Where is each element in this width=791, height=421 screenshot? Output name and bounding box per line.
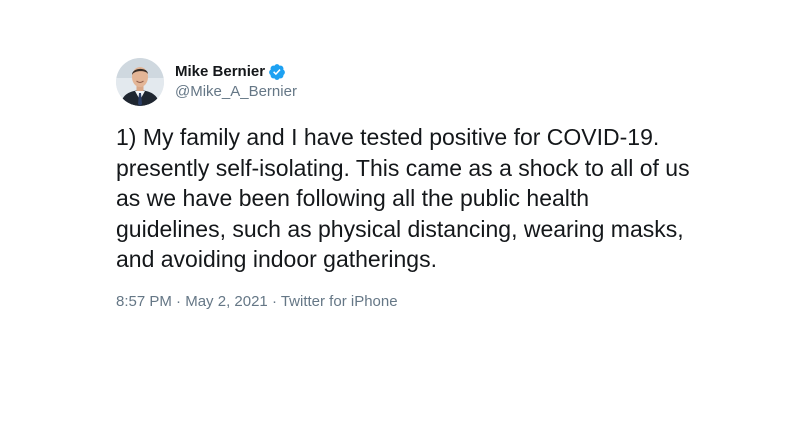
- tweet-header: Mike Bernier @Mike_A_Bernier: [116, 58, 756, 106]
- avatar[interactable]: [116, 58, 164, 106]
- tweet-card: Mike Bernier @Mike_A_Bernier 1) My famil…: [116, 58, 756, 312]
- tweet-time[interactable]: 8:57 PM: [116, 293, 172, 310]
- tweet-text: 1) My family and I have tested positive …: [116, 124, 690, 272]
- verified-badge-icon: [268, 63, 286, 81]
- tweet-meta: 8:57 PM · May 2, 2021 · Twitter for iPho…: [116, 292, 756, 312]
- meta-separator: ·: [171, 292, 186, 310]
- tweet-source[interactable]: Twitter for iPhone: [281, 293, 398, 310]
- display-name[interactable]: Mike Bernier: [175, 62, 265, 82]
- user-handle[interactable]: @Mike_A_Bernier: [175, 82, 297, 102]
- tweet-date[interactable]: May 2, 2021: [185, 293, 268, 310]
- meta-separator: ·: [267, 292, 281, 310]
- name-row: Mike Bernier: [175, 62, 297, 82]
- author-names: Mike Bernier @Mike_A_Bernier: [175, 62, 297, 102]
- avatar-photo: [116, 58, 164, 106]
